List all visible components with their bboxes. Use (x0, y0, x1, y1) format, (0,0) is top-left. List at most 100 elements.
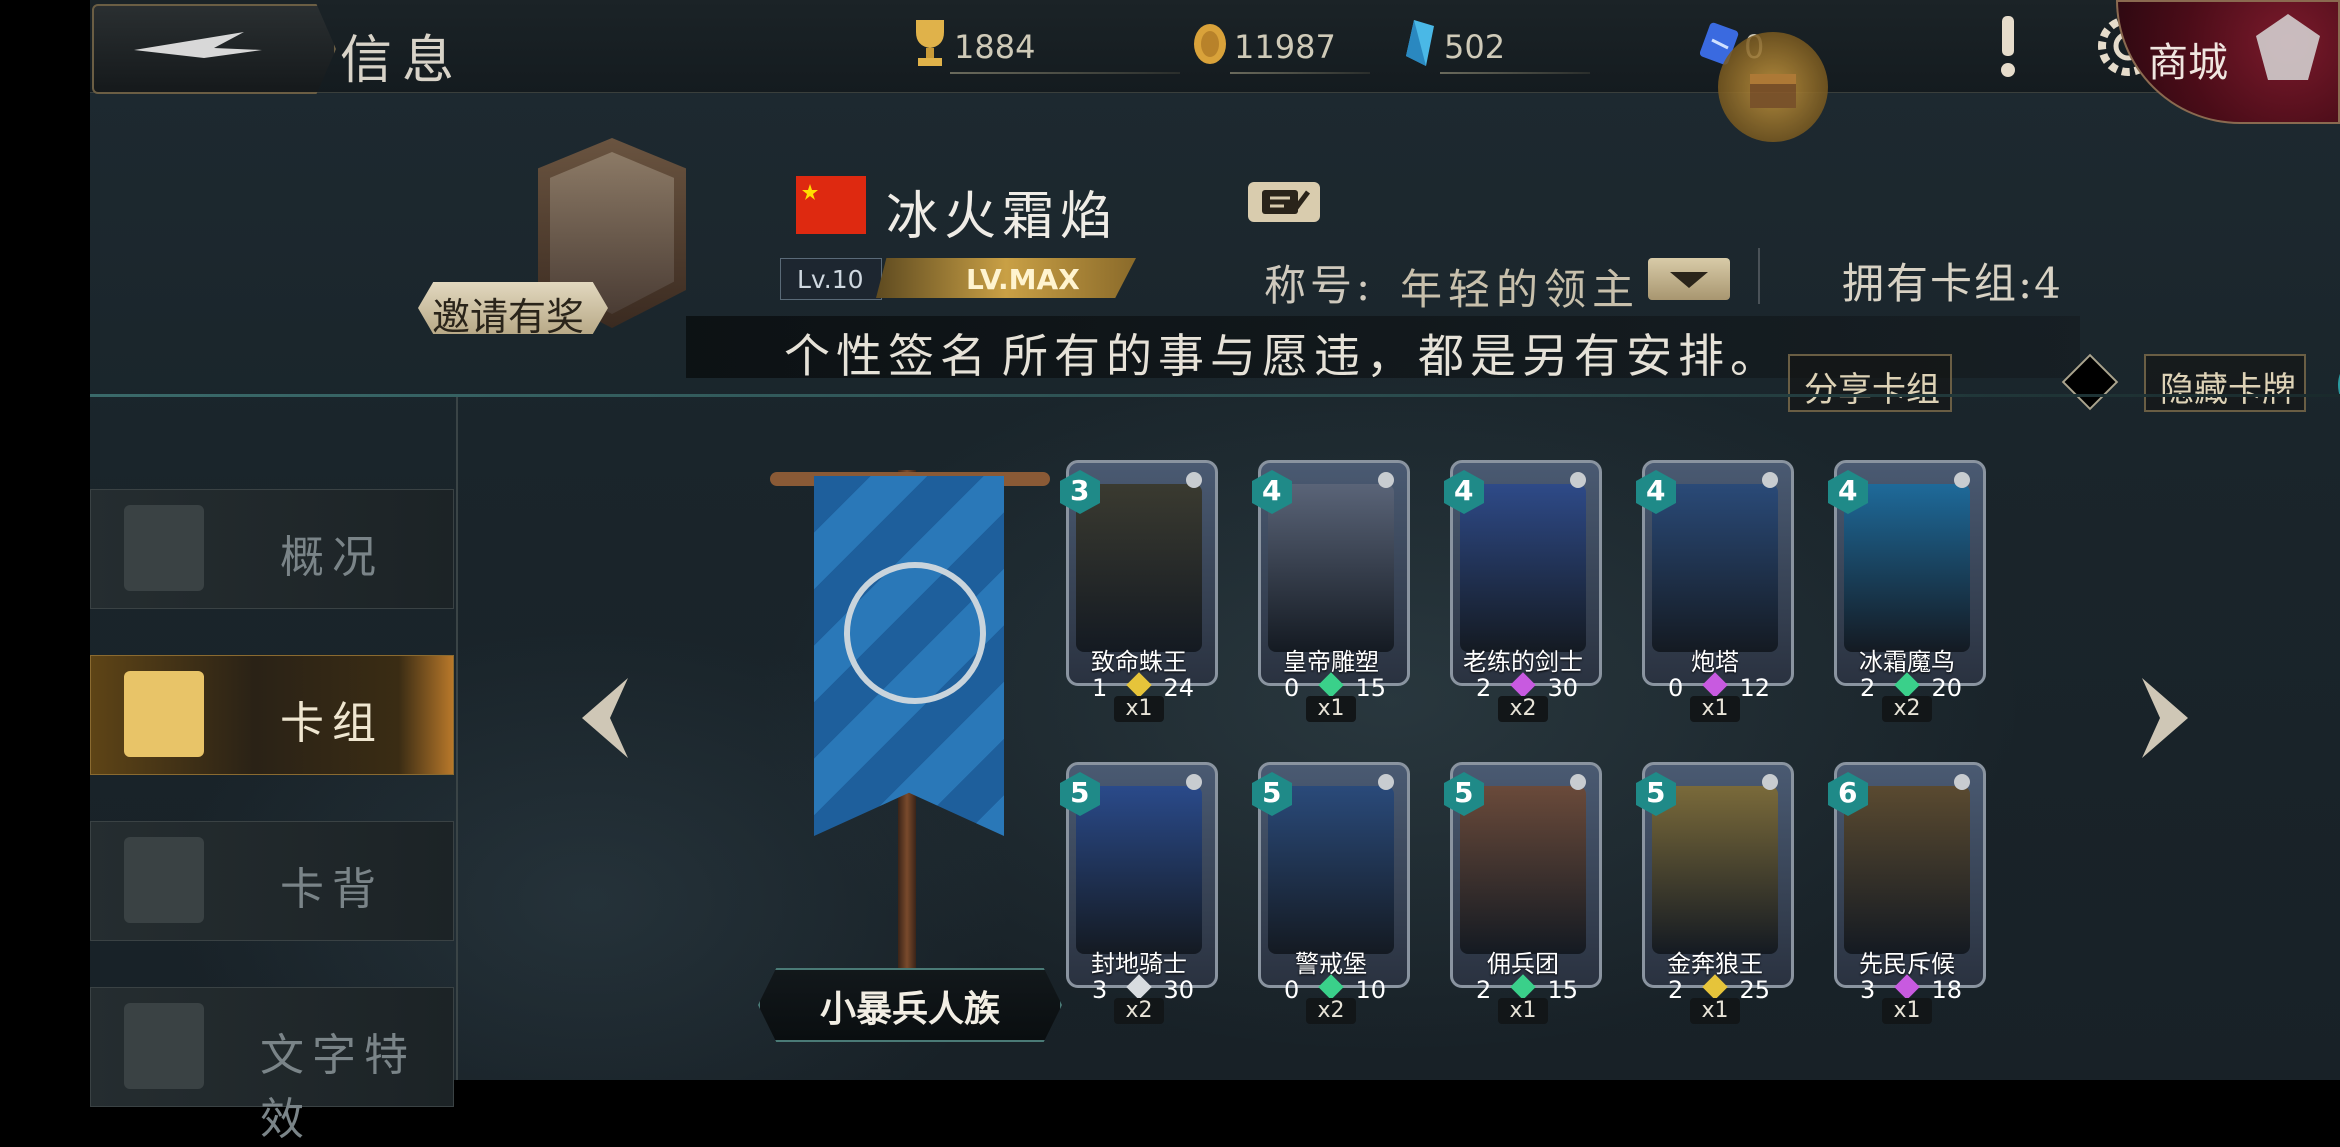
level-text: Lv.10 (797, 265, 864, 294)
card-health: 10 (1355, 976, 1386, 1004)
card-health: 15 (1547, 976, 1578, 1004)
crystal-icon (1406, 20, 1434, 66)
card-type-icon (1570, 774, 1586, 790)
tab-label: 文字特效 (260, 1030, 416, 1145)
card-health: 20 (1931, 674, 1962, 702)
card-cost: 4 (1454, 474, 1474, 507)
helmet-emblem-icon (844, 562, 986, 704)
tab-decks[interactable]: 卡组 (90, 655, 454, 775)
invite-label: 邀请有奖 (432, 295, 585, 339)
card-art (1652, 484, 1778, 652)
divider (1758, 248, 1760, 304)
tab-label: 概况 (280, 532, 384, 583)
next-arrow-icon[interactable] (2140, 676, 2190, 760)
card-health: 25 (1739, 976, 1770, 1004)
title-label: 称号: (1264, 261, 1375, 310)
card-type-icon (1378, 472, 1394, 488)
card-attack: 2 (1668, 976, 1684, 1004)
back-arrow-icon (134, 32, 262, 58)
card-art (1268, 484, 1394, 652)
deck-card[interactable]: 5 金奔狼王 2 25 x1 (1636, 762, 1794, 1024)
previous-arrow-icon[interactable] (580, 676, 630, 760)
card-quantity: x2 (1498, 696, 1548, 722)
divider (1440, 72, 1590, 74)
trophy-value: 1884 (954, 28, 1036, 66)
edit-profile-button[interactable] (1248, 182, 1320, 222)
level-badge: Lv.10 (780, 258, 882, 300)
card-quantity: x1 (1498, 998, 1548, 1024)
back-button[interactable] (92, 4, 336, 94)
share-deck-button[interactable]: 分享卡组 (1788, 354, 1952, 412)
deck-card[interactable]: 5 佣兵团 2 15 x1 (1444, 762, 1602, 1024)
deck-card[interactable]: 4 老练的剑士 2 30 x2 (1444, 460, 1602, 722)
card-attack: 2 (1476, 674, 1492, 702)
card-attack: 3 (1092, 976, 1108, 1004)
card-cost: 4 (1646, 474, 1666, 507)
card-quantity: x2 (1114, 998, 1164, 1024)
card-cost: 3 (1070, 474, 1090, 507)
card-art (1076, 786, 1202, 954)
deck-card[interactable]: 4 冰霜魔鸟 2 20 x2 (1828, 460, 1986, 722)
card-health: 18 (1931, 976, 1962, 1004)
decks-owned-count: 拥有卡组:4 (1842, 259, 2063, 308)
edit-icon (1262, 190, 1310, 214)
card-art (1844, 786, 1970, 954)
card-type-icon (1186, 472, 1202, 488)
chevron-down-icon (1670, 272, 1708, 288)
deck-card[interactable]: 4 皇帝雕塑 0 15 x1 (1252, 460, 1410, 722)
deck-card[interactable]: 6 先民斥候 3 18 x1 (1828, 762, 1986, 1024)
card-quantity: x1 (1690, 998, 1740, 1024)
treasure-chest-button[interactable] (1718, 32, 1828, 142)
tab-text-effect[interactable]: 文字特效 (90, 987, 454, 1145)
card-type-icon (1954, 774, 1970, 790)
card-quantity: x1 (1882, 998, 1932, 1024)
tab-card-back[interactable]: 卡背 (90, 821, 454, 941)
china-flag-icon (796, 176, 866, 234)
level-status: LV.MAX (966, 263, 1080, 296)
deck-card[interactable]: 5 警戒堡 0 10 x2 (1252, 762, 1410, 1024)
card-health: 24 (1163, 674, 1194, 702)
card-type-icon (1570, 472, 1586, 488)
divider (950, 72, 1180, 74)
card-attack: 2 (1860, 674, 1876, 702)
deck-name: 小暴兵人族 (820, 989, 1001, 1030)
card-cost: 5 (1262, 776, 1282, 809)
deck-card[interactable]: 3 致命蛛王 1 24 x1 (1060, 460, 1218, 722)
card-cost: 5 (1070, 776, 1090, 809)
game-screen: 信息 1884 11987 502 0 商城 (90, 0, 2340, 1145)
card-art (1076, 484, 1202, 652)
shop-emblem-icon (2256, 14, 2320, 80)
card-attack: 2 (1476, 976, 1492, 1004)
shop-button[interactable]: 商城 (2116, 0, 2340, 124)
gold-counter: 11987 (1190, 14, 1410, 74)
share-deck-label: 分享卡组 (1804, 370, 1940, 410)
hide-cards-button[interactable]: 隐藏卡牌 (2144, 354, 2306, 412)
crystal-value: 502 (1444, 28, 1506, 66)
deck-card[interactable]: 4 炮塔 0 12 x1 (1636, 460, 1794, 722)
trophy-counter: 1884 (910, 14, 1180, 74)
title-dropdown-button[interactable] (1648, 258, 1730, 300)
level-bar: Lv.10 LV.MAX (780, 258, 1150, 300)
title-value: 年轻的领主 (1400, 265, 1641, 314)
card-attack: 3 (1860, 976, 1876, 1004)
card-health: 30 (1163, 976, 1194, 1004)
card-quantity: x2 (1882, 696, 1932, 722)
alert-button[interactable] (1960, 4, 2056, 88)
card-attack: 1 (1092, 674, 1108, 702)
chest-icon (1750, 74, 1796, 108)
card-cost: 4 (1838, 474, 1858, 507)
crystal-counter: 502 (1400, 14, 1600, 74)
card-quantity: x1 (1306, 696, 1356, 722)
invite-reward-button[interactable]: 邀请有奖 (418, 282, 608, 334)
exclamation-icon (2001, 16, 2015, 77)
card-attack: 0 (1284, 976, 1300, 1004)
cards-icon (124, 671, 204, 757)
text-effect-icon (124, 1003, 204, 1089)
card-back-icon (124, 837, 204, 923)
shop-label: 商城 (2148, 40, 2228, 86)
tab-overview[interactable]: 概况 (90, 489, 454, 609)
card-type-icon (1762, 774, 1778, 790)
card-health: 12 (1739, 674, 1770, 702)
card-attack: 0 (1668, 674, 1684, 702)
deck-card[interactable]: 5 封地骑士 3 30 x2 (1060, 762, 1218, 1024)
